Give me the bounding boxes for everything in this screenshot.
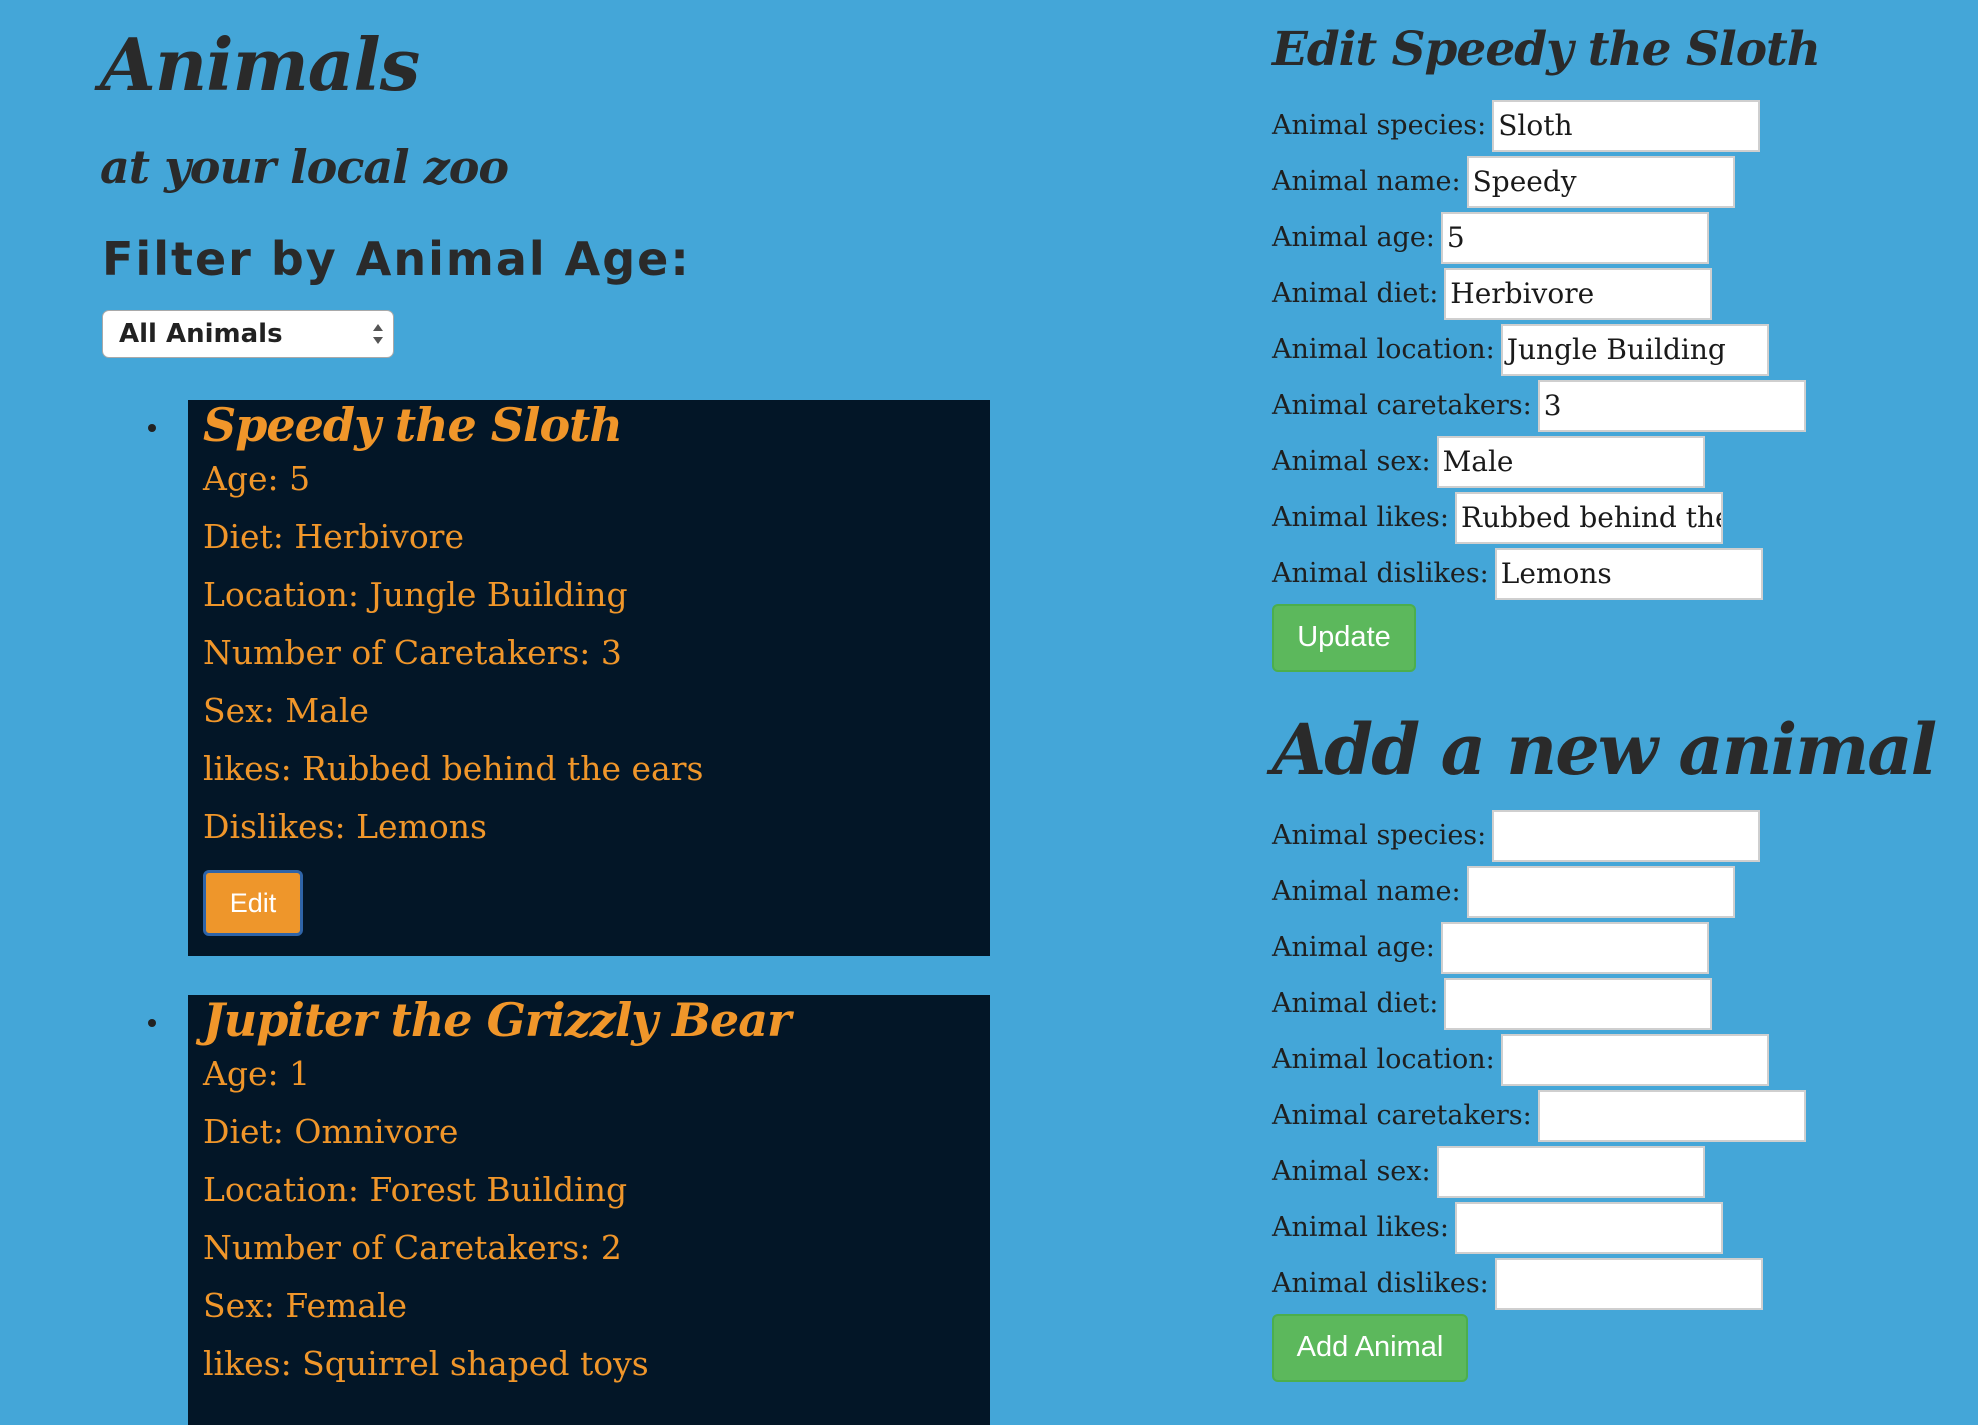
add-dislikes-row: Animal dislikes: [1272,1258,1763,1310]
animal-sex: Sex: Female [203,1286,408,1325]
edit-dislikes-row: Animal dislikes: Lemons [1272,548,1763,600]
edit-age-input[interactable]: 5 [1440,212,1709,264]
animal-diet: Diet: Herbivore [203,517,464,556]
edit-location-label: Animal location: [1272,334,1495,365]
add-species-label: Animal species: [1272,820,1487,851]
edit-name-label: Animal name: [1272,166,1461,197]
bullet-dot [148,424,156,432]
animal-sex: Sex: Male [203,691,369,730]
add-sex-input[interactable] [1436,1146,1705,1198]
edit-dislikes-input[interactable]: Lemons [1494,548,1763,600]
animal-age: Age: 1 [203,1054,311,1093]
select-arrows-icon [373,324,383,344]
page-subtitle: at your local zoo [100,140,509,194]
edit-age-row: Animal age: 5 [1272,212,1709,264]
add-caretakers-input[interactable] [1537,1090,1806,1142]
animal-dislikes: Dislikes: Lemons [203,807,487,846]
animal-location: Location: Forest Building [203,1170,628,1209]
add-diet-label: Animal diet: [1272,988,1439,1019]
animal-caretakers: Number of Caretakers: 2 [203,1228,622,1267]
edit-likes-label: Animal likes: [1272,502,1450,533]
add-likes-label: Animal likes: [1272,1212,1450,1243]
edit-name-input[interactable]: Speedy [1466,156,1735,208]
add-age-input[interactable] [1440,922,1709,974]
edit-sex-label: Animal sex: [1272,446,1431,477]
edit-diet-input[interactable]: Herbivore [1444,268,1713,320]
add-sex-label: Animal sex: [1272,1156,1431,1187]
animal-likes: likes: Squirrel shaped toys [203,1344,649,1383]
add-diet-input[interactable] [1444,978,1713,1030]
animal-age: Age: 5 [203,459,311,498]
add-species-input[interactable] [1492,810,1761,862]
animal-location: Location: Jungle Building [203,575,628,614]
bullet-dot [148,1019,156,1027]
edit-sex-row: Animal sex: Male [1272,436,1705,488]
edit-diet-label: Animal diet: [1272,278,1439,309]
edit-species-label: Animal species: [1272,110,1487,141]
edit-caretakers-label: Animal caretakers: [1272,390,1532,421]
animal-card: Speedy the Sloth Age: 5 Diet: Herbivore … [188,400,990,956]
add-caretakers-label: Animal caretakers: [1272,1100,1532,1131]
add-name-input[interactable] [1466,866,1735,918]
add-dislikes-label: Animal dislikes: [1272,1268,1489,1299]
add-age-row: Animal age: [1272,922,1709,974]
add-form-title: Add a new animal [1272,708,1937,791]
edit-dislikes-label: Animal dislikes: [1272,558,1489,589]
age-filter-select[interactable]: All Animals [102,310,394,358]
animal-card-title: Jupiter the Grizzly Bear [203,993,791,1047]
add-location-label: Animal location: [1272,1044,1495,1075]
add-name-label: Animal name: [1272,876,1461,907]
edit-location-row: Animal location: Jungle Building [1272,324,1769,376]
animal-card: Jupiter the Grizzly Bear Age: 1 Diet: Om… [188,995,990,1425]
page-title: Animals [100,22,420,107]
animal-likes: likes: Rubbed behind the ears [203,749,704,788]
edit-species-row: Animal species: Sloth [1272,100,1761,152]
add-age-label: Animal age: [1272,932,1435,963]
add-species-row: Animal species: [1272,810,1761,862]
edit-sex-input[interactable]: Male [1436,436,1705,488]
animal-diet: Diet: Omnivore [203,1112,459,1151]
add-likes-input[interactable] [1455,1202,1724,1254]
add-dislikes-input[interactable] [1494,1258,1763,1310]
age-filter-selected-value: All Animals [119,319,283,349]
add-location-row: Animal location: [1272,1034,1769,1086]
edit-species-input[interactable]: Sloth [1492,100,1761,152]
edit-diet-row: Animal diet: Herbivore [1272,268,1713,320]
add-likes-row: Animal likes: [1272,1202,1724,1254]
add-location-input[interactable] [1500,1034,1769,1086]
add-sex-row: Animal sex: [1272,1146,1705,1198]
edit-likes-input[interactable]: Rubbed behind the ea [1455,492,1724,544]
add-name-row: Animal name: [1272,866,1735,918]
add-animal-button[interactable]: Add Animal [1272,1314,1468,1382]
update-button[interactable]: Update [1272,604,1416,672]
add-caretakers-row: Animal caretakers: [1272,1090,1806,1142]
edit-location-input[interactable]: Jungle Building [1500,324,1769,376]
edit-caretakers-input[interactable]: 3 [1537,380,1806,432]
edit-form-title: Edit Speedy the Sloth [1272,22,1821,77]
edit-likes-row: Animal likes:Rubbed behind the ea [1272,492,1724,544]
animal-card-title: Speedy the Sloth [203,398,623,452]
edit-name-row: Animal name: Speedy [1272,156,1735,208]
animal-caretakers: Number of Caretakers: 3 [203,633,622,672]
add-diet-row: Animal diet: [1272,978,1713,1030]
edit-age-label: Animal age: [1272,222,1435,253]
edit-button[interactable]: Edit [203,870,303,936]
filter-heading: Filter by Animal Age: [102,232,691,286]
edit-caretakers-row: Animal caretakers: 3 [1272,380,1806,432]
